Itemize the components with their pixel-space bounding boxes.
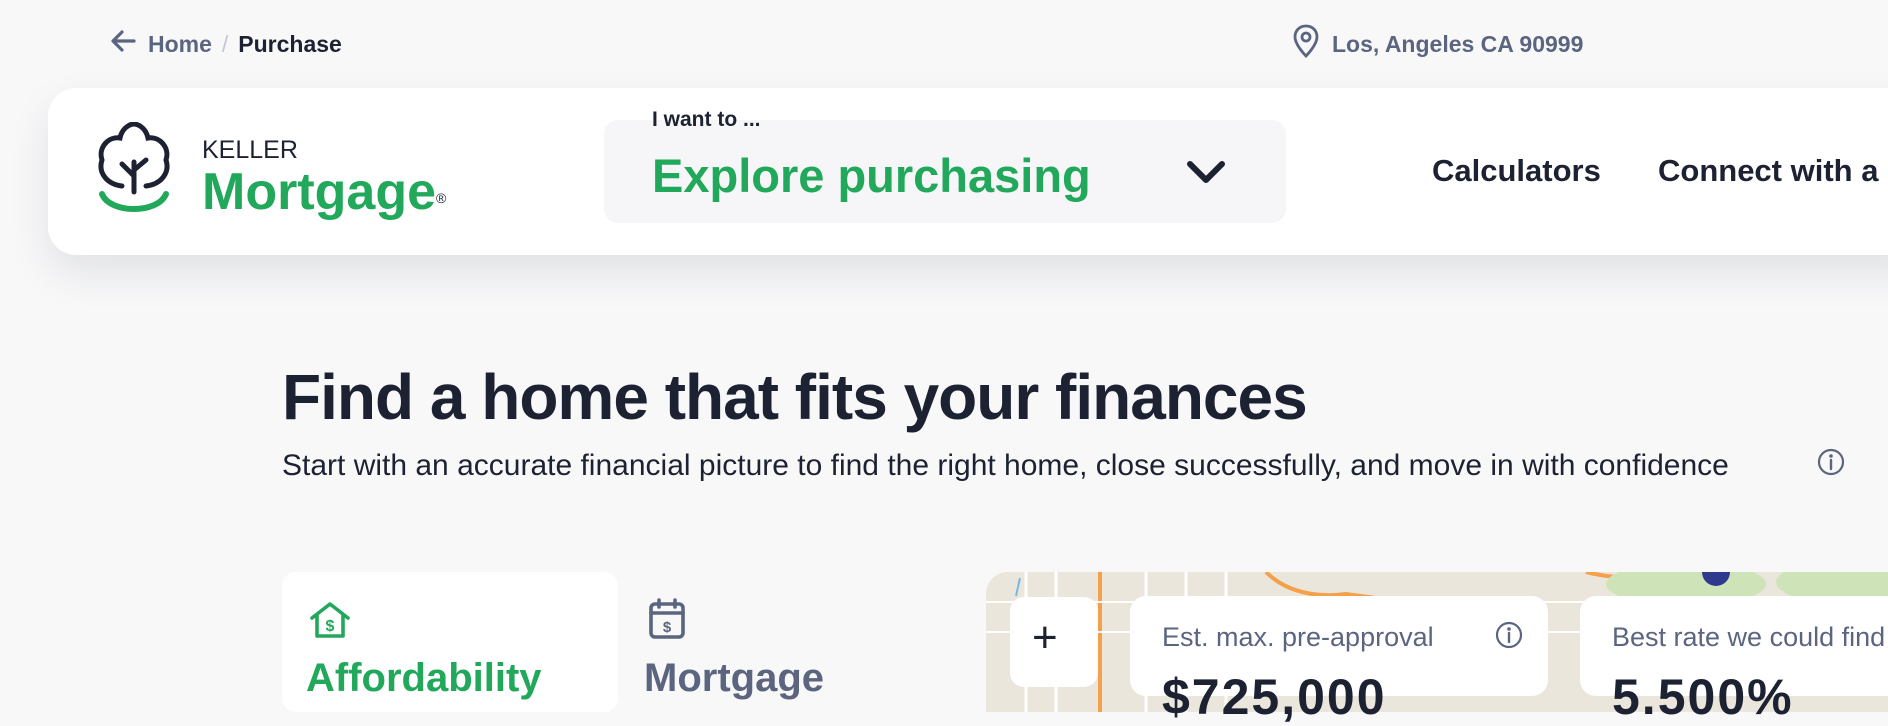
tab-affordability-label: Affordability [306, 656, 542, 700]
preapproval-card: Est. max. pre-approval $725,000 [1130, 596, 1548, 725]
back-arrow-icon[interactable] [108, 26, 138, 62]
plus-icon: + [1032, 613, 1058, 662]
breadcrumb-home-link[interactable]: Home [148, 31, 212, 58]
svg-text:$: $ [326, 618, 335, 635]
breadcrumb-separator: / [221, 30, 229, 57]
breadcrumb: Home / Purchase [108, 26, 342, 62]
page-title: Find a home that fits your finances [282, 361, 1308, 433]
location-text: Los, Angeles CA 90999 [1332, 30, 1584, 57]
house-dollar-icon: $ [308, 600, 352, 645]
nav-calculators[interactable]: Calculators [1432, 153, 1601, 189]
preapproval-value: $725,000 [1162, 669, 1387, 725]
calendar-dollar-icon[interactable]: $ [648, 598, 686, 645]
tree-logo-icon [98, 122, 170, 212]
logo-mortgage-text: Mortgage® [202, 163, 447, 221]
map-zoom-in-button[interactable]: + [1010, 597, 1098, 687]
preapproval-label: Est. max. pre-approval [1162, 622, 1434, 652]
best-rate-value: 5.500% [1612, 669, 1794, 725]
intent-dropdown-value: Explore purchasing [652, 149, 1091, 202]
best-rate-card: Best rate we could find 5.500% [1580, 596, 1888, 725]
logo-keller-text: KELLER [202, 136, 298, 164]
location-pin-icon [1292, 24, 1320, 64]
breadcrumb-current: Purchase [238, 30, 342, 57]
best-rate-label: Best rate we could find [1612, 622, 1886, 652]
page-subtitle: Start with an accurate financial picture… [282, 449, 1729, 482]
main-header: KELLER Mortgage® Explore purchasing I wa… [48, 88, 1888, 255]
tab-affordability[interactable]: $ Affordability [282, 572, 618, 712]
intent-label: I want to ... [652, 108, 761, 131]
keller-mortgage-logo[interactable]: KELLER Mortgage® [96, 122, 447, 221]
svg-text:$: $ [663, 619, 672, 636]
tab-mortgage-label[interactable]: Mortgage [644, 656, 824, 701]
registered-mark: ® [436, 190, 447, 206]
nav-connect[interactable]: Connect with a l [1658, 153, 1888, 189]
top-bar: Home / Purchase Los, Angeles CA 90999 [0, 0, 1888, 86]
location-selector[interactable]: Los, Angeles CA 90999 [1292, 24, 1583, 64]
intent-dropdown[interactable]: Explore purchasing [604, 120, 1286, 223]
info-icon[interactable] [1816, 447, 1846, 482]
chevron-down-icon [1184, 156, 1228, 193]
info-icon[interactable] [1494, 620, 1524, 655]
